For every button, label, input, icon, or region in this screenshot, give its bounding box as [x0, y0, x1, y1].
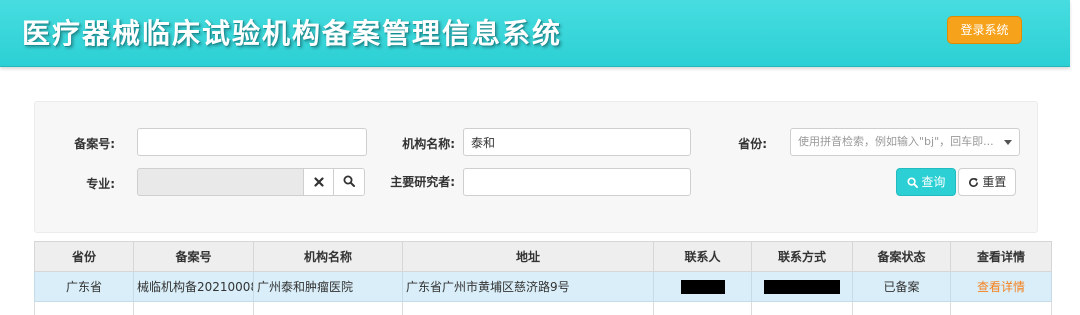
column-header-address[interactable]: 地址 — [402, 241, 654, 272]
table-header-row: 省份 备案号 机构名称 地址 联系人 联系方式 备案状态 查看详情 — [34, 241, 1052, 272]
query-button[interactable]: 查询 — [896, 168, 956, 196]
search-icon — [907, 177, 918, 188]
search-specialty-button[interactable] — [333, 168, 365, 196]
cell-address: 广东省广州市黄埔区慈济路9号 — [402, 271, 654, 302]
column-header-record-no[interactable]: 备案号 — [133, 241, 254, 272]
table-row[interactable]: 广东省 械临机构备202100084 广州泰和肿瘤医院 广东省广州市黄埔区慈济路… — [34, 271, 1052, 302]
cell-detail: 查看详情 — [950, 271, 1052, 302]
column-header-province[interactable]: 省份 — [34, 241, 134, 272]
login-button[interactable]: 登录系统 — [947, 16, 1022, 44]
cell-status: 已备案 — [852, 271, 951, 302]
site-title: 医疗器械临床试验机构备案管理信息系统 — [22, 17, 563, 50]
province-select[interactable]: 使用拼音检索，例如输入"bj"，回车即... — [790, 128, 1020, 156]
cell-contact — [653, 271, 752, 302]
chevron-down-icon — [1004, 140, 1012, 145]
results-table: 省份 备案号 机构名称 地址 联系人 联系方式 备案状态 查看详情 广东省 械临… — [34, 241, 1052, 315]
empty-cell — [653, 301, 752, 315]
reset-button[interactable]: 重置 — [958, 168, 1016, 196]
empty-cell — [852, 301, 951, 315]
clear-specialty-button[interactable] — [303, 168, 334, 196]
cell-phone — [751, 271, 853, 302]
table-row-empty — [34, 301, 1052, 315]
reset-button-label: 重置 — [982, 175, 1007, 189]
empty-cell — [34, 301, 134, 315]
cell-org-name: 广州泰和肿瘤医院 — [253, 271, 403, 302]
empty-cell — [402, 301, 654, 315]
lead-researcher-label: 主要研究者: — [390, 175, 455, 189]
header-bar: 医疗器械临床试验机构备案管理信息系统 登录系统 — [0, 0, 1070, 67]
redacted-phone — [764, 279, 840, 294]
search-icon — [343, 175, 355, 187]
refresh-icon — [968, 177, 978, 188]
view-detail-link[interactable]: 查看详情 — [977, 280, 1025, 294]
specialty-input[interactable] — [137, 168, 304, 196]
empty-cell — [133, 301, 254, 315]
search-panel: 备案号: 机构名称: 省份: 使用拼音检索，例如输入"bj"，回车即... 专业… — [34, 101, 1038, 233]
org-name-input[interactable] — [463, 128, 691, 156]
specialty-label: 专业: — [86, 177, 115, 191]
close-icon — [313, 177, 324, 187]
province-label: 省份: — [738, 137, 767, 151]
cell-province: 广东省 — [34, 271, 134, 302]
empty-cell — [950, 301, 1052, 315]
record-no-input[interactable] — [137, 128, 367, 156]
cell-record-no: 械临机构备202100084 — [133, 271, 254, 302]
column-header-status[interactable]: 备案状态 — [852, 241, 951, 272]
org-name-label: 机构名称: — [402, 137, 455, 151]
column-header-contact[interactable]: 联系人 — [653, 241, 752, 272]
record-no-label: 备案号: — [74, 137, 115, 151]
lead-researcher-input[interactable] — [463, 168, 691, 196]
column-header-org-name[interactable]: 机构名称 — [253, 241, 403, 272]
empty-cell — [751, 301, 853, 315]
province-placeholder: 使用拼音检索，例如输入"bj"，回车即... — [798, 135, 994, 148]
query-button-label: 查询 — [921, 175, 946, 189]
empty-cell — [253, 301, 403, 315]
redacted-contact — [680, 279, 725, 294]
column-header-phone[interactable]: 联系方式 — [751, 241, 853, 272]
column-header-detail[interactable]: 查看详情 — [950, 241, 1052, 272]
